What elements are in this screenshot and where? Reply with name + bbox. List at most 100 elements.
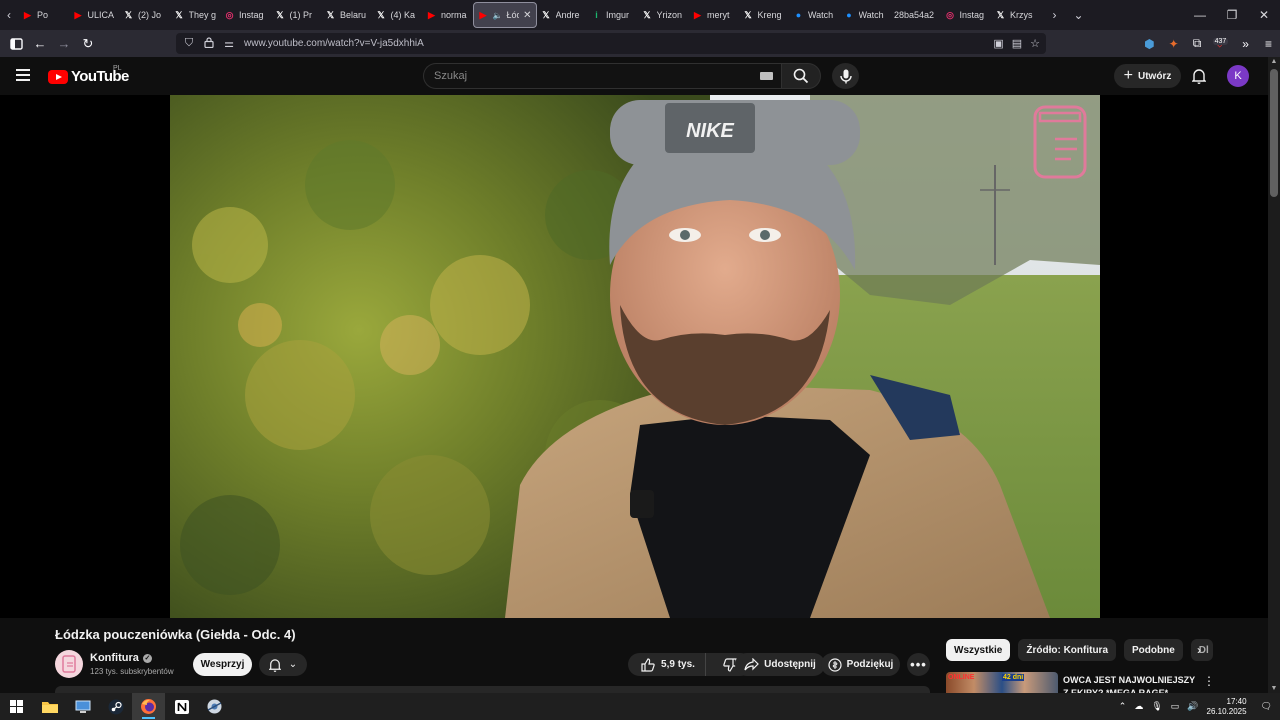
notifications-bell-icon[interactable] (1189, 66, 1209, 86)
more-vertical-icon[interactable]: ⋮ (1203, 674, 1215, 688)
network-icon[interactable]: ▭ (1171, 701, 1180, 712)
channel-name-text[interactable]: Konfitura (90, 652, 139, 664)
browser-tab[interactable]: 𝕏 Krzys (991, 2, 1042, 28)
keyboard-icon[interactable] (760, 72, 773, 80)
support-button[interactable]: Wesprzyj (193, 653, 252, 676)
clock[interactable]: 17:40 26.10.2025 (1207, 697, 1247, 717)
forward-icon[interactable]: → (52, 30, 76, 57)
shield-icon[interactable]: ⛉ (182, 37, 196, 50)
minimize-icon[interactable]: — (1184, 0, 1216, 30)
overflow-chevron-icon[interactable]: » (1242, 37, 1249, 51)
restore-icon[interactable]: ❐ (1216, 0, 1248, 30)
share-button[interactable]: Udostępnij (735, 653, 825, 676)
reader-view-icon[interactable]: ▤ (1012, 37, 1022, 50)
bookmark-star-icon[interactable]: ☆ (1030, 37, 1040, 50)
page-scrollbar[interactable]: ▲ ▼ (1268, 57, 1280, 693)
adblock-extension-icon[interactable]: ⛨437 (1212, 36, 1229, 51)
browser-tab[interactable]: 𝕏 Andre (537, 2, 588, 28)
browser-tab[interactable]: ▶ ULICA (69, 2, 120, 28)
search-button[interactable] (781, 63, 821, 89)
video-player[interactable]: NIKE (0, 95, 1268, 618)
browser-tab[interactable]: i Imgur (587, 2, 638, 28)
instagram-icon: ◎ (225, 9, 234, 20)
extensions-icon[interactable]: ⧉ (1193, 36, 1202, 51)
share-icon (744, 658, 760, 671)
scroll-down-icon[interactable]: ▼ (1268, 685, 1280, 692)
url-text[interactable]: www.youtube.com/watch?v=V-ja5dxhhiA (244, 38, 424, 49)
file-explorer-icon[interactable] (33, 693, 66, 720)
browser-tab[interactable]: ◎ Instag (220, 2, 271, 28)
youtube-logo[interactable]: YouTube PL (48, 65, 129, 85)
firefox-icon[interactable] (132, 693, 165, 720)
tab-label: Imgur (606, 10, 630, 20)
start-windows-icon[interactable] (0, 693, 33, 720)
browser-tab[interactable]: 𝕏 (2) Jo (119, 2, 170, 28)
tabs-scroll-right-icon[interactable]: › (1046, 0, 1064, 30)
guide-menu-icon[interactable] (16, 69, 30, 81)
chip-related[interactable]: Podobne (1124, 639, 1183, 661)
description-box[interactable] (55, 686, 930, 693)
microphone-tray-icon[interactable]: 🎙 (1151, 701, 1162, 712)
steam-icon[interactable] (99, 693, 132, 720)
more-horizontal-icon: ••• (910, 657, 927, 672)
chip-all[interactable]: Wszystkie (946, 639, 1011, 661)
picture-in-picture-icon[interactable]: ▣ (993, 37, 1003, 50)
like-button[interactable]: 5,9 tys. (631, 653, 706, 676)
search-input[interactable]: Szukaj (423, 63, 781, 89)
app-launcher-icon[interactable] (198, 693, 231, 720)
thanks-button[interactable]: Podziękuj (821, 653, 900, 676)
subscription-notifications-button[interactable]: ⌄ (259, 653, 307, 676)
permissions-icon[interactable]: ⚌ (222, 37, 236, 50)
country-code: PL (113, 65, 122, 72)
sidebar-toggle-icon[interactable] (4, 30, 28, 57)
browser-tab[interactable]: 𝕏 Belaru (321, 2, 372, 28)
browser-tab[interactable]: ◎ Instag (941, 2, 992, 28)
browser-tab[interactable]: 𝕏 (4) Ka (372, 2, 423, 28)
recommended-video[interactable]: ONLINE 42 dni OWCA JEST NAJWOLNIEJSZY Z … (946, 672, 1216, 693)
list-all-tabs-icon[interactable]: ⌄ (1070, 0, 1088, 30)
tabs-scroll-left-icon[interactable]: ‹ (0, 0, 18, 30)
browser-tab[interactable]: ▶ norma (422, 2, 473, 28)
tab-audio-icon[interactable]: 🔈 (493, 11, 503, 20)
close-window-icon[interactable]: ✕ (1248, 0, 1280, 30)
vpn-extension-icon[interactable]: ⬢ (1144, 37, 1154, 51)
create-button[interactable]: + Utwórz (1114, 64, 1181, 88)
ublock-extension-icon[interactable]: ✦ (1169, 37, 1179, 51)
browser-tab[interactable]: ▶ 🔈Łódz ✕ (472, 2, 537, 28)
recommended-thumbnail[interactable]: ONLINE 42 dni (946, 672, 1058, 693)
tab-label: (4) Ka (390, 10, 416, 20)
scrollbar-thumb[interactable] (1270, 69, 1278, 197)
volume-icon[interactable]: 🔊 (1187, 701, 1198, 712)
scroll-up-icon[interactable]: ▲ (1268, 58, 1280, 65)
more-actions-button[interactable]: ••• (907, 653, 930, 676)
channel-name[interactable]: Konfitura ✓ (90, 652, 152, 664)
browser-tab[interactable]: ● Watch (840, 2, 891, 28)
browser-tab[interactable]: ▶ Po (18, 2, 69, 28)
chip-from-channel[interactable]: Źródło: Konfitura (1018, 639, 1117, 661)
browser-tab[interactable]: 𝕏 Kreng (739, 2, 790, 28)
tab-close-icon[interactable]: ✕ (523, 10, 531, 21)
recommended-title[interactable]: OWCA JEST NAJWOLNIEJSZY Z EKIPY? *MEGA R… (1063, 674, 1198, 693)
lock-icon[interactable] (202, 36, 216, 51)
voice-search-button[interactable] (832, 63, 859, 89)
browser-tab[interactable]: 28ba54a2 (890, 2, 941, 28)
browser-tab[interactable]: 𝕏 Yrizon (638, 2, 689, 28)
back-icon[interactable]: ← (28, 30, 52, 57)
account-avatar[interactable]: K (1227, 65, 1249, 87)
onedrive-cloud-icon[interactable]: ☁ (1134, 701, 1143, 712)
channel-avatar[interactable] (55, 650, 83, 678)
reload-icon[interactable]: ↻ (76, 30, 100, 57)
browser-tab[interactable]: ● Watch (789, 2, 840, 28)
tray-overflow-chevron-icon[interactable]: ⌃ (1119, 701, 1127, 712)
notifications-center-icon[interactable]: 🗨 (1261, 701, 1272, 712)
tab-strip: ▶ Po ▶ ULICA 𝕏 (2) Jo 𝕏 They g ◎ Instag 𝕏 (1) Pr 𝕏 Be… (18, 0, 1042, 30)
browser-tab[interactable]: 𝕏 (1) Pr (271, 2, 322, 28)
address-bar[interactable]: ⛉ ⚌ www.youtube.com/watch?v=V-ja5dxhhiA … (176, 33, 1046, 54)
notion-icon[interactable] (165, 693, 198, 720)
browser-tab[interactable]: 𝕏 They g (170, 2, 221, 28)
chips-scroll-right-icon[interactable]: › (1190, 640, 1208, 660)
browser-tab[interactable]: ▶ meryt (688, 2, 739, 28)
video-frame[interactable]: NIKE (170, 95, 1100, 618)
app-menu-icon[interactable]: ≡ (1265, 37, 1272, 51)
remote-desktop-icon[interactable] (66, 693, 99, 720)
